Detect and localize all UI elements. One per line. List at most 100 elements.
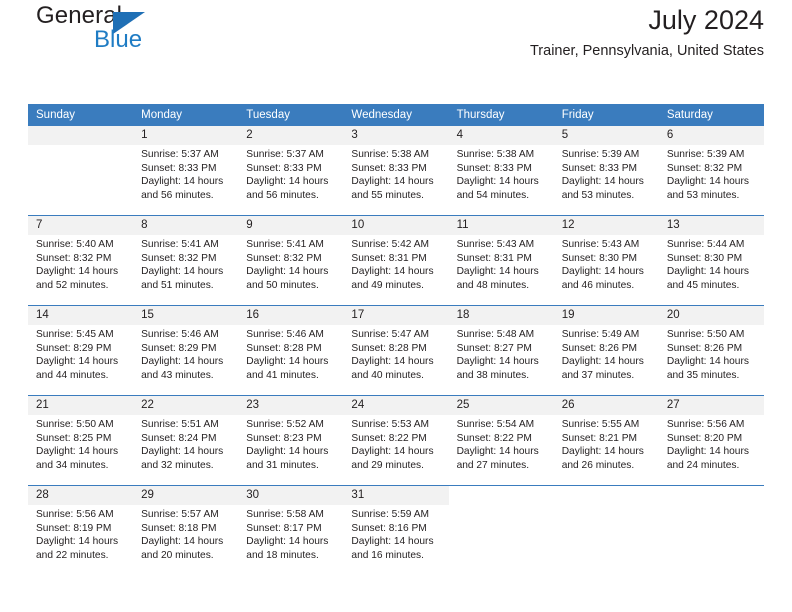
day-sun-info <box>554 505 659 508</box>
calendar-day-cell[interactable]: 29 Sunrise: 5:57 AM Sunset: 8:18 PM Dayligh… <box>133 485 239 575</box>
calendar-day-cell[interactable]: 5 Sunrise: 5:39 AM Sunset: 8:33 PM Daylight… <box>553 126 659 216</box>
calendar-empty-cell <box>28 126 134 216</box>
sun-info-sunrise: Sunrise: 5:45 AM <box>36 329 114 340</box>
day-number: 16 <box>238 306 344 325</box>
sun-info-sunrise: Sunrise: 5:59 AM <box>351 509 430 520</box>
sun-info-sunrise: Sunrise: 5:54 AM <box>456 419 535 430</box>
calendar-day-cell[interactable]: 14 Sunrise: 5:45 AM Sunset: 8:29 PM Dayligh… <box>28 305 134 396</box>
calendar-day-cell[interactable]: 4 Sunrise: 5:38 AM Sunset: 8:33 PM Daylight… <box>448 126 554 216</box>
sun-info-daylight2: and 26 minutes. <box>561 459 635 471</box>
calendar-day-cell[interactable]: 8 Sunrise: 5:41 AM Sunset: 8:32 PM Daylight… <box>133 215 239 306</box>
day-number: 21 <box>28 396 134 415</box>
calendar-day-cell[interactable]: 22 Sunrise: 5:51 AM Sunset: 8:24 PM Dayligh… <box>133 395 239 486</box>
calendar-day-cell[interactable]: 19 Sunrise: 5:49 AM Sunset: 8:26 PM Dayligh… <box>553 305 659 396</box>
calendar-day-cell[interactable]: 18 Sunrise: 5:48 AM Sunset: 8:27 PM Dayligh… <box>448 305 554 396</box>
day-sun-info: Sunrise: 5:39 AM Sunset: 8:32 PM Daylight:… <box>659 145 764 202</box>
day-sun-info: Sunrise: 5:38 AM Sunset: 8:33 PM Daylight:… <box>449 145 554 202</box>
calendar-day-cell[interactable]: 12 Sunrise: 5:43 AM Sunset: 8:30 PM Dayligh… <box>553 215 659 306</box>
sun-info-sunset: Sunset: 8:29 PM <box>141 342 217 354</box>
day-cell-inner: 30 Sunrise: 5:58 AM Sunset: 8:17 PM Dayligh… <box>238 486 344 575</box>
day-number: 13 <box>658 216 764 235</box>
calendar-day-cell[interactable]: 6 Sunrise: 5:39 AM Sunset: 8:32 PM Daylight… <box>658 126 764 216</box>
page-title: July 2024 <box>648 5 764 35</box>
calendar-day-cell[interactable]: 17 Sunrise: 5:47 AM Sunset: 8:28 PM Dayligh… <box>343 305 449 396</box>
day-cell-inner: 3 Sunrise: 5:38 AM Sunset: 8:33 PM Daylight… <box>343 126 449 215</box>
calendar-day-cell[interactable]: 9 Sunrise: 5:41 AM Sunset: 8:32 PM Daylight… <box>238 215 344 306</box>
sun-info-daylight2: and 44 minutes. <box>36 369 109 381</box>
day-number: 3 <box>343 126 449 145</box>
day-number: 11 <box>448 216 554 235</box>
day-cell-inner: 5 Sunrise: 5:39 AM Sunset: 8:33 PM Daylight… <box>553 126 659 215</box>
day-number: 10 <box>343 216 449 235</box>
sun-info-daylight1: Daylight: 14 hours <box>36 266 119 278</box>
calendar-day-cell[interactable]: 27 Sunrise: 5:56 AM Sunset: 8:20 PM Dayligh… <box>658 395 764 486</box>
sun-info-daylight2: and 54 minutes. <box>456 189 530 201</box>
day-cell-inner: 13 Sunrise: 5:44 AM Sunset: 8:30 PM Dayligh… <box>658 216 764 305</box>
calendar-day-cell[interactable]: 30 Sunrise: 5:58 AM Sunset: 8:17 PM Dayligh… <box>238 485 344 575</box>
sun-info-sunset: Sunset: 8:32 PM <box>141 252 217 264</box>
sun-info-sunset: Sunset: 8:25 PM <box>36 432 112 444</box>
calendar-day-cell[interactable]: 24 Sunrise: 5:53 AM Sunset: 8:22 PM Dayligh… <box>343 395 449 486</box>
day-cell-inner: 9 Sunrise: 5:41 AM Sunset: 8:32 PM Daylight… <box>238 216 344 305</box>
calendar-day-cell[interactable]: 20 Sunrise: 5:50 AM Sunset: 8:26 PM Dayligh… <box>658 305 764 396</box>
calendar-day-cell[interactable]: 10 Sunrise: 5:42 AM Sunset: 8:31 PM Dayligh… <box>343 215 449 306</box>
calendar-day-cell[interactable]: 2 Sunrise: 5:37 AM Sunset: 8:33 PM Daylight… <box>238 126 344 216</box>
sun-info-daylight2: and 38 minutes. <box>456 369 530 381</box>
day-sun-info: Sunrise: 5:37 AM Sunset: 8:33 PM Daylight:… <box>238 145 343 202</box>
calendar-week-row: 7 Sunrise: 5:40 AM Sunset: 8:32 PM Daylight… <box>28 215 764 306</box>
weekday-header-sunday: Sunday <box>28 104 134 126</box>
day-number: 29 <box>133 486 239 505</box>
calendar-day-cell[interactable]: 31 Sunrise: 5:59 AM Sunset: 8:16 PM Dayligh… <box>343 485 449 575</box>
sun-info-sunrise: Sunrise: 5:50 AM <box>666 329 745 340</box>
calendar-day-cell[interactable]: 28 Sunrise: 5:56 AM Sunset: 8:19 PM Dayligh… <box>28 485 134 575</box>
day-cell-inner: 19 Sunrise: 5:49 AM Sunset: 8:26 PM Dayligh… <box>553 306 659 395</box>
calendar-empty-cell <box>553 485 659 575</box>
day-number: 6 <box>658 126 764 145</box>
sun-info-sunset: Sunset: 8:21 PM <box>561 432 638 444</box>
day-number <box>448 486 554 505</box>
day-number: 27 <box>658 396 764 415</box>
sun-info-sunset: Sunset: 8:26 PM <box>666 342 743 354</box>
calendar-day-cell[interactable]: 23 Sunrise: 5:52 AM Sunset: 8:23 PM Dayligh… <box>238 395 344 486</box>
day-cell-inner: 6 Sunrise: 5:39 AM Sunset: 8:32 PM Daylight… <box>658 126 764 215</box>
calendar-header-row: Sunday Monday Tuesday Wednesday Thursday… <box>28 104 764 126</box>
sun-info-sunset: Sunset: 8:32 PM <box>36 252 112 264</box>
sun-info-daylight1: Daylight: 14 hours <box>561 266 644 278</box>
day-cell-inner: 31 Sunrise: 5:59 AM Sunset: 8:16 PM Dayligh… <box>343 486 449 575</box>
general-blue-logo[interactable]: General Blue <box>36 2 216 64</box>
sun-info-daylight2: and 56 minutes. <box>246 189 319 201</box>
day-sun-info: Sunrise: 5:47 AM Sunset: 8:28 PM Daylight:… <box>343 325 448 382</box>
day-sun-info: Sunrise: 5:46 AM Sunset: 8:29 PM Daylight:… <box>133 325 238 382</box>
day-sun-info: Sunrise: 5:55 AM Sunset: 8:21 PM Daylight:… <box>554 415 659 472</box>
sun-info-sunrise: Sunrise: 5:39 AM <box>561 149 640 160</box>
calendar-day-cell[interactable]: 21 Sunrise: 5:50 AM Sunset: 8:25 PM Dayligh… <box>28 395 134 486</box>
calendar-day-cell[interactable]: 3 Sunrise: 5:38 AM Sunset: 8:33 PM Daylight… <box>343 126 449 216</box>
sun-info-daylight1: Daylight: 14 hours <box>561 176 644 188</box>
calendar-day-cell[interactable]: 11 Sunrise: 5:43 AM Sunset: 8:31 PM Dayligh… <box>448 215 554 306</box>
sun-info-sunset: Sunset: 8:23 PM <box>246 432 322 444</box>
calendar-day-cell[interactable]: 16 Sunrise: 5:46 AM Sunset: 8:28 PM Dayligh… <box>238 305 344 396</box>
sun-info-sunset: Sunset: 8:33 PM <box>246 162 322 174</box>
sun-info-daylight1: Daylight: 14 hours <box>456 356 539 368</box>
calendar-day-cell[interactable]: 7 Sunrise: 5:40 AM Sunset: 8:32 PM Daylight… <box>28 215 134 306</box>
calendar-day-cell[interactable]: 15 Sunrise: 5:46 AM Sunset: 8:29 PM Dayligh… <box>133 305 239 396</box>
sun-info-sunrise: Sunrise: 5:46 AM <box>141 329 219 340</box>
day-sun-info: Sunrise: 5:49 AM Sunset: 8:26 PM Daylight:… <box>554 325 659 382</box>
calendar-day-cell[interactable]: 25 Sunrise: 5:54 AM Sunset: 8:22 PM Dayligh… <box>448 395 554 486</box>
calendar-week-row: 1 Sunrise: 5:37 AM Sunset: 8:33 PM Daylight… <box>28 126 764 216</box>
day-number: 15 <box>133 306 239 325</box>
calendar-day-cell[interactable]: 26 Sunrise: 5:55 AM Sunset: 8:21 PM Dayligh… <box>553 395 659 486</box>
day-cell-inner <box>448 486 554 575</box>
sun-info-daylight1: Daylight: 14 hours <box>351 266 434 278</box>
day-number: 1 <box>133 126 239 145</box>
sun-info-sunrise: Sunrise: 5:46 AM <box>246 329 324 340</box>
sun-info-sunrise: Sunrise: 5:56 AM <box>36 509 114 520</box>
day-number: 25 <box>448 396 554 415</box>
calendar-day-cell[interactable]: 13 Sunrise: 5:44 AM Sunset: 8:30 PM Dayligh… <box>658 215 764 306</box>
day-sun-info: Sunrise: 5:53 AM Sunset: 8:22 PM Daylight:… <box>343 415 448 472</box>
calendar-day-cell[interactable]: 1 Sunrise: 5:37 AM Sunset: 8:33 PM Daylight… <box>133 126 239 216</box>
sun-info-daylight2: and 53 minutes. <box>561 189 635 201</box>
sun-info-sunrise: Sunrise: 5:37 AM <box>141 149 219 160</box>
day-cell-inner: 27 Sunrise: 5:56 AM Sunset: 8:20 PM Dayligh… <box>658 396 764 485</box>
sun-info-sunrise: Sunrise: 5:40 AM <box>36 239 114 250</box>
